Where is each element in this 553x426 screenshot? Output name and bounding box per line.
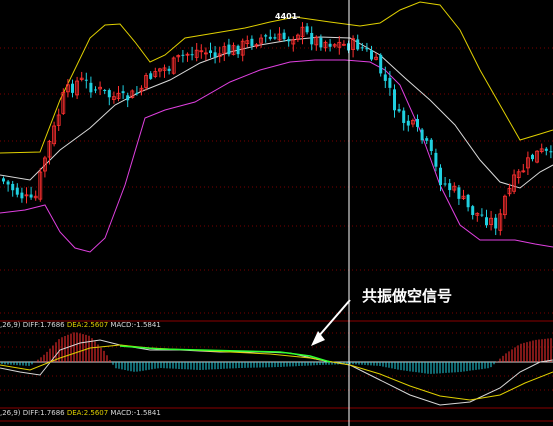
macd-readout-top: ,26,9) DIFF:1.7686 DEA:2.5607 MACD:-1.58…	[0, 321, 161, 329]
diff-label: DIFF:	[22, 409, 41, 417]
candle-body-down	[190, 54, 194, 56]
candle-body-down	[388, 77, 392, 88]
candle-body-down	[264, 35, 268, 37]
candle-body-down	[89, 82, 93, 93]
candle-body-down	[305, 26, 309, 33]
candle-body-down	[11, 183, 15, 191]
candle-body-down	[250, 38, 254, 46]
macd-panel	[0, 332, 553, 406]
candle-body-down	[416, 118, 419, 127]
candle-body-down	[310, 32, 314, 45]
candle-body-down	[434, 152, 438, 167]
candle-body-down	[544, 148, 548, 151]
dea-label: DEA:	[66, 409, 84, 417]
candle-body-down	[443, 183, 447, 185]
candle-body-down	[356, 39, 360, 50]
dea-value: 2.5607	[83, 409, 109, 417]
candle-body-down	[121, 91, 125, 94]
diff-label: DIFF:	[22, 321, 41, 329]
candle-body-down	[268, 36, 272, 39]
candle-body-down	[420, 129, 424, 141]
macd-params: ,26,9)	[0, 409, 21, 417]
candlesticks	[2, 22, 553, 236]
candle-body-down	[471, 206, 475, 215]
candle-body-down	[393, 89, 396, 111]
candle-body-down	[531, 154, 534, 160]
candle-body-down	[84, 79, 88, 81]
candle-body-down	[236, 45, 240, 55]
high-price-label: 4401	[275, 12, 298, 21]
candle-body-down	[425, 138, 429, 141]
candle-body-down	[126, 95, 130, 101]
candle-body-down	[402, 110, 406, 123]
macd-label: MACD:	[110, 321, 134, 329]
candle-body-down	[383, 74, 387, 81]
candle-body-down	[370, 50, 373, 60]
candle-body-down	[71, 83, 74, 93]
candle-body-down	[328, 43, 332, 47]
dea-label: DEA:	[66, 321, 84, 329]
upper-band-line	[0, 1, 553, 154]
lower-band-line	[0, 59, 553, 253]
candle-body-down	[365, 47, 369, 50]
candle-body-down	[15, 187, 19, 195]
candle-body-down	[149, 73, 153, 79]
candle-body-down	[494, 217, 498, 229]
candle-body-down	[379, 54, 383, 74]
middle-band-line	[0, 36, 553, 189]
candle-body-down	[480, 214, 484, 216]
candle-body-down	[319, 37, 323, 48]
candle-body-down	[135, 92, 139, 94]
candle-body-down	[448, 183, 452, 191]
candle-body-down	[360, 47, 364, 49]
candle-body-down	[485, 217, 488, 226]
candle-body-down	[457, 187, 461, 199]
bollinger-bands	[0, 1, 553, 253]
candle-body-down	[439, 167, 442, 185]
candle-body-down	[429, 139, 433, 152]
candle-body-down	[167, 68, 171, 71]
candle-body-down	[6, 181, 10, 185]
dea-value: 2.5607	[83, 321, 109, 329]
macd-readout-bottom: ,26,9) DIFF:1.7686 DEA:2.5607 MACD:-1.58…	[0, 409, 161, 417]
candle-body-down	[2, 178, 5, 182]
macd-value: -1.5841	[133, 409, 161, 417]
candle-body-down	[94, 89, 97, 91]
macd-label: MACD:	[110, 409, 134, 417]
candle-body-down	[181, 54, 185, 56]
candle-body-down	[466, 194, 470, 208]
candle-body-down	[287, 39, 291, 42]
short-signal-annotation: 共振做空信号	[362, 287, 453, 305]
macd-signal-highlight	[119, 345, 331, 363]
annotation-arrow	[317, 299, 351, 338]
diff-value: 1.7686	[40, 409, 65, 417]
price-chart[interactable]	[0, 0, 553, 426]
candle-body-down	[20, 192, 24, 199]
annotation-arrowhead	[311, 331, 325, 346]
candle-body-down	[107, 90, 111, 98]
candle-body-down	[282, 32, 286, 40]
diff-value: 1.7686	[40, 321, 65, 329]
macd-value: -1.5841	[133, 321, 161, 329]
candle-body-down	[406, 120, 410, 126]
candle-body-down	[397, 109, 401, 112]
macd-params: ,26,9)	[0, 321, 21, 329]
candle-body-down	[213, 52, 217, 57]
candle-body-down	[549, 151, 553, 153]
candle-body-down	[227, 44, 231, 55]
candle-body-down	[209, 50, 212, 53]
candle-body-down	[273, 37, 277, 39]
candle-body-down	[103, 90, 107, 92]
candle-body-down	[29, 194, 33, 198]
